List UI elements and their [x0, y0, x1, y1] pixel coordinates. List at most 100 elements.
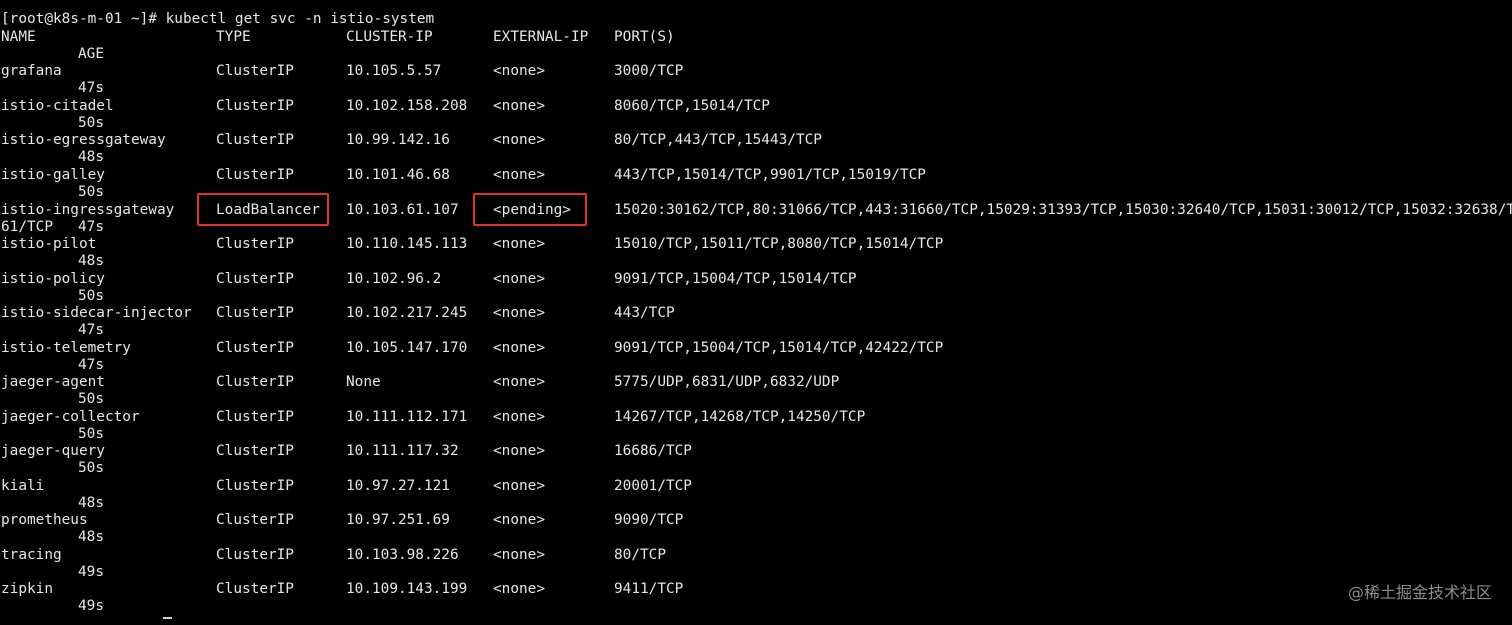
service-age: 50s: [78, 183, 104, 200]
service-ports: 8060/TCP,15014/TCP: [614, 97, 770, 114]
service-type: ClusterIP: [216, 374, 294, 390]
service-cluster-ip: 10.103.61.107: [346, 201, 459, 218]
table-row: prometheus ClusterIP 10.97.251.69 <none>…: [0, 512, 1512, 529]
service-type: ClusterIP: [216, 97, 294, 114]
table-row-wrap: 50s: [0, 426, 1512, 443]
table-row: istio-pilot ClusterIP 10.110.145.113 <no…: [0, 236, 1512, 253]
service-cluster-ip: 10.105.147.170: [346, 339, 468, 356]
service-age: 47s: [78, 80, 104, 97]
service-external-ip: <none>: [493, 477, 545, 494]
service-external-ip: <none>: [493, 132, 545, 148]
service-cluster-ip: 10.102.158.208: [346, 97, 468, 114]
table-header-wrap: AGE: [0, 46, 1512, 63]
service-age: 47s: [78, 218, 104, 235]
table-row: istio-galley ClusterIP 10.101.46.68 <non…: [0, 167, 1512, 184]
service-age: 50s: [78, 287, 104, 304]
table-row-wrap: 48s: [0, 253, 1512, 270]
service-name: jaeger-query: [1, 443, 105, 459]
service-age: 50s: [78, 425, 104, 442]
service-type: ClusterIP: [216, 270, 294, 287]
table-row-wrap: 49s: [0, 598, 1512, 615]
service-ports: 5775/UDP,6831/UDP,6832/UDP: [614, 374, 840, 390]
table-row: tracing ClusterIP 10.103.98.226 <none> 8…: [0, 547, 1512, 564]
service-external-ip: <none>: [493, 581, 545, 597]
service-name: kiali: [1, 477, 45, 494]
service-type: ClusterIP: [216, 132, 294, 148]
service-name: tracing: [1, 546, 62, 563]
service-cluster-ip: 10.111.117.32: [346, 443, 459, 459]
table-row: jaeger-query ClusterIP 10.111.117.32 <no…: [0, 443, 1512, 460]
loadbalancer-highlight-box: [197, 193, 329, 226]
service-name: grafana: [1, 63, 62, 79]
table-row-wrap: 50s: [0, 115, 1512, 132]
header-age: AGE: [78, 45, 104, 62]
service-name: istio-egressgateway: [1, 132, 166, 148]
table-row: istio-egressgateway ClusterIP 10.99.142.…: [0, 132, 1512, 149]
service-external-ip: <none>: [493, 546, 545, 563]
service-type: ClusterIP: [216, 236, 294, 252]
service-ports: 80/TCP: [614, 546, 666, 563]
service-external-ip: <none>: [493, 236, 545, 252]
table-row-wrap: 48s: [0, 149, 1512, 166]
table-row-wrap: 48s: [0, 495, 1512, 512]
service-ports: 3000/TCP: [614, 63, 684, 79]
service-ports: 9091/TCP,15004/TCP,15014/TCP,42422/TCP: [614, 339, 944, 356]
service-ports: 20001/TCP: [614, 477, 692, 494]
service-cluster-ip: 10.103.98.226: [346, 546, 459, 563]
service-ports: 9411/TCP: [614, 581, 684, 597]
command-prompt: [root@k8s-m-01 ~]# kubectl get svc -n is…: [1, 11, 435, 27]
command-prompt-line: [root@k8s-m-01 ~]# kubectl get svc -n is…: [0, 11, 1512, 28]
service-cluster-ip: None: [346, 374, 381, 390]
service-external-ip: <none>: [493, 97, 545, 114]
service-type: ClusterIP: [216, 305, 294, 321]
service-name: jaeger-collector: [1, 408, 140, 425]
service-name: istio-telemetry: [1, 339, 131, 356]
service-ports: 80/TCP,443/TCP,15443/TCP: [614, 132, 822, 148]
table-row: jaeger-collector ClusterIP 10.111.112.17…: [0, 409, 1512, 426]
service-external-ip: <none>: [493, 374, 545, 390]
service-cluster-ip: 10.101.46.68: [346, 166, 450, 183]
service-age: 50s: [78, 460, 104, 477]
service-external-ip: <none>: [493, 270, 545, 287]
service-cluster-ip: 10.109.143.199: [346, 581, 468, 597]
service-cluster-ip: 10.111.112.171: [346, 408, 468, 425]
service-age: 48s: [78, 149, 104, 166]
table-row: istio-policy ClusterIP 10.102.96.2 <none…: [0, 271, 1512, 288]
terminal-window[interactable]: [root@k8s-m-01 ~]# kubectl get svc -n is…: [0, 0, 1512, 625]
service-type: ClusterIP: [216, 63, 294, 79]
service-cluster-ip: 10.97.27.121: [346, 477, 450, 494]
service-name: istio-galley: [1, 166, 105, 183]
service-age: 48s: [78, 494, 104, 511]
service-ports: 9091/TCP,15004/TCP,15014/TCP: [614, 270, 857, 287]
service-type: ClusterIP: [216, 443, 294, 459]
service-type: ClusterIP: [216, 546, 294, 563]
service-cluster-ip: 10.105.5.57: [346, 63, 442, 79]
service-ports: 9090/TCP: [614, 512, 684, 528]
table-row: zipkin ClusterIP 10.109.143.199 <none> 9…: [0, 581, 1512, 598]
table-row-wrap: 47s: [0, 322, 1512, 339]
service-name: istio-policy: [1, 270, 105, 287]
header-name: NAME: [1, 28, 36, 45]
service-external-ip: <none>: [493, 443, 545, 459]
service-age: 50s: [78, 391, 104, 408]
service-name: istio-citadel: [1, 97, 114, 114]
table-row: istio-sidecar-injector ClusterIP 10.102.…: [0, 305, 1512, 322]
service-ports: 14267/TCP,14268/TCP,14250/TCP: [614, 408, 866, 425]
service-external-ip: <none>: [493, 512, 545, 528]
service-age: 48s: [78, 253, 104, 270]
header-ports: PORT(S): [614, 28, 675, 45]
service-external-ip: <none>: [493, 166, 545, 183]
service-type: ClusterIP: [216, 166, 294, 183]
service-cluster-ip: 10.110.145.113: [346, 236, 468, 252]
pending-highlight-box: [473, 193, 587, 226]
service-cluster-ip: 10.102.96.2: [346, 270, 442, 287]
service-ports: 15020:30162/TCP,80:31066/TCP,443:31660/T…: [614, 201, 1512, 218]
service-name: istio-pilot: [1, 236, 97, 252]
service-age: 49s: [78, 563, 104, 580]
service-type: ClusterIP: [216, 581, 294, 597]
service-ports: 443/TCP: [614, 305, 675, 321]
table-row-wrap: 49s: [0, 564, 1512, 581]
service-ports-wrap: 61/TCP: [1, 218, 53, 235]
table-row-wrap: 50s: [0, 460, 1512, 477]
service-name: istio-sidecar-injector: [1, 305, 192, 321]
